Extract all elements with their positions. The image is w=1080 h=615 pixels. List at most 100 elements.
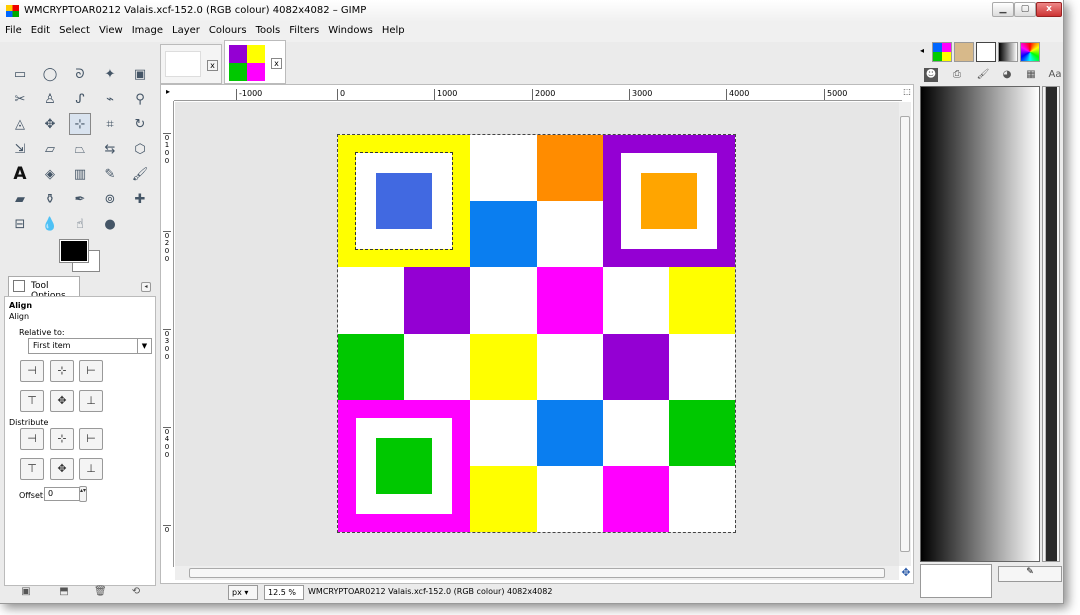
- bucket-fill-icon[interactable]: ◈: [39, 163, 61, 185]
- align-middle-button[interactable]: ✥: [50, 390, 74, 412]
- fuzzy-select-icon[interactable]: ✦: [99, 63, 121, 85]
- maximize-button[interactable]: ▢: [1014, 2, 1036, 17]
- image-canvas[interactable]: [337, 134, 736, 533]
- pencil-icon[interactable]: ✎: [99, 163, 121, 185]
- distribute-bottom-button[interactable]: ⊥: [79, 458, 103, 480]
- vertical-ruler[interactable]: 01000200030004000: [161, 101, 174, 567]
- palette-icon[interactable]: ▦: [1024, 68, 1038, 82]
- save-options-icon[interactable]: ▣: [20, 586, 32, 598]
- measure-icon[interactable]: ◬: [9, 113, 31, 135]
- rect-select-icon[interactable]: ▭: [9, 63, 31, 85]
- align-right-edge-button[interactable]: ⊢: [79, 360, 103, 382]
- edit-brush-button[interactable]: ✎: [998, 566, 1062, 582]
- menu-tools[interactable]: Tools: [251, 22, 285, 36]
- restore-options-icon[interactable]: ⬒: [58, 586, 70, 598]
- perspective-clone-icon[interactable]: ⊟: [9, 213, 31, 235]
- horizontal-ruler[interactable]: -1000 0 1000 2000 3000 4000 5000: [174, 87, 902, 101]
- close-button[interactable]: x: [1036, 2, 1062, 17]
- tab-gradients[interactable]: [998, 42, 1018, 62]
- move-icon[interactable]: ✥: [39, 113, 61, 135]
- ink-icon[interactable]: ✒: [69, 188, 91, 210]
- relative-to-select[interactable]: First item ▼: [28, 338, 152, 354]
- minimize-button[interactable]: ▁: [992, 2, 1014, 17]
- menu-layer[interactable]: Layer: [167, 22, 204, 36]
- delete-options-icon[interactable]: 🗑: [94, 586, 107, 598]
- text-icon[interactable]: A: [9, 163, 31, 185]
- reset-options-icon[interactable]: ⟲: [130, 586, 142, 598]
- menu-edit[interactable]: Edit: [26, 22, 54, 36]
- menu-windows[interactable]: Windows: [323, 22, 377, 36]
- perspective-icon[interactable]: ⏢: [69, 138, 91, 160]
- menu-select[interactable]: Select: [54, 22, 94, 36]
- paintbrush-icon[interactable]: 🖌: [129, 163, 151, 185]
- align-center-h-button[interactable]: ⊹: [50, 360, 74, 382]
- printer-icon[interactable]: ⎙: [950, 68, 964, 82]
- foreground-select-icon[interactable]: ♙: [39, 88, 61, 110]
- colour-wheel-icon[interactable]: ◕: [1000, 68, 1014, 82]
- blend-icon[interactable]: ▥: [69, 163, 91, 185]
- cage-icon[interactable]: ⬡: [129, 138, 151, 160]
- distribute-top-button[interactable]: ⊤: [20, 458, 44, 480]
- tool-options-menu-button[interactable]: ◂: [141, 282, 151, 292]
- close-tab-icon[interactable]: x: [271, 58, 282, 69]
- vertical-scrollbar[interactable]: [899, 102, 911, 566]
- menu-colours[interactable]: Colours: [204, 22, 251, 36]
- heal-icon[interactable]: ✚: [129, 188, 151, 210]
- align-bottom-edge-button[interactable]: ⊥: [79, 390, 103, 412]
- zoom-fit-icon[interactable]: ⬚: [902, 87, 912, 99]
- scroll-thumb[interactable]: [189, 568, 885, 578]
- foreground-colour[interactable]: [59, 239, 89, 263]
- distribute-left-button[interactable]: ⊣: [20, 428, 44, 450]
- unit-select[interactable]: px ▾: [228, 585, 258, 600]
- menu-filters[interactable]: Filters: [284, 22, 323, 36]
- ellipse-select-icon[interactable]: ◯: [39, 63, 61, 85]
- offset-spin-button[interactable]: ▴▾: [79, 486, 87, 502]
- zoom-icon[interactable]: ⚲: [129, 88, 151, 110]
- offset-input[interactable]: 0: [44, 487, 80, 501]
- smudge-icon[interactable]: ☝: [69, 213, 91, 235]
- distribute-middle-button[interactable]: ✥: [50, 458, 74, 480]
- align-top-edge-button[interactable]: ⊤: [20, 390, 44, 412]
- rotate-icon[interactable]: ↻: [129, 113, 151, 135]
- blank-image-tab[interactable]: x: [160, 44, 222, 84]
- tab-tool-options[interactable]: Tool Options: [8, 276, 80, 301]
- paths-icon[interactable]: ᔑ: [69, 88, 91, 110]
- blur-icon[interactable]: 💧: [39, 213, 61, 235]
- align-icon[interactable]: ⊹: [69, 113, 91, 135]
- menu-file[interactable]: File: [0, 22, 26, 36]
- close-tab-icon[interactable]: x: [207, 60, 218, 71]
- dock-scrollbar[interactable]: [1042, 86, 1060, 562]
- gimp-icon[interactable]: ☻: [924, 68, 938, 82]
- tab-tool-presets[interactable]: [976, 42, 996, 62]
- align-left-edge-button[interactable]: ⊣: [20, 360, 44, 382]
- flip-icon[interactable]: ⇆: [99, 138, 121, 160]
- tab-palettes[interactable]: [1020, 42, 1040, 62]
- quick-mask-corner-icon[interactable]: ▸: [162, 87, 174, 101]
- eraser-icon[interactable]: ▰: [9, 188, 31, 210]
- fg-bg-colour-swatch[interactable]: [59, 239, 104, 274]
- colour-select-icon[interactable]: ▣: [129, 63, 151, 85]
- horizontal-scrollbar[interactable]: [175, 566, 899, 580]
- menu-view[interactable]: View: [94, 22, 127, 36]
- distribute-center-h-button[interactable]: ⊹: [50, 428, 74, 450]
- zoom-select[interactable]: 12.5 %: [264, 585, 304, 600]
- colour-picker-icon[interactable]: ⌁: [99, 88, 121, 110]
- menu-help[interactable]: Help: [377, 22, 409, 36]
- shear-icon[interactable]: ▱: [39, 138, 61, 160]
- fonts-icon[interactable]: Aa: [1048, 68, 1062, 82]
- brush-icon[interactable]: 🖌: [976, 68, 990, 82]
- tab-brushes[interactable]: [954, 42, 974, 62]
- scissors-select-icon[interactable]: ✂: [9, 88, 31, 110]
- crop-icon[interactable]: ⌗: [99, 113, 121, 135]
- navigate-icon[interactable]: ✥: [899, 566, 913, 580]
- scale-icon[interactable]: ⇲: [9, 138, 31, 160]
- scroll-thumb[interactable]: [1045, 87, 1057, 561]
- brush-preview[interactable]: [920, 564, 992, 598]
- tab-patterns[interactable]: [932, 42, 952, 62]
- clone-icon[interactable]: ⊚: [99, 188, 121, 210]
- free-select-icon[interactable]: ᘐ: [69, 63, 91, 85]
- dodge-burn-icon[interactable]: ●: [99, 213, 121, 235]
- distribute-right-button[interactable]: ⊢: [79, 428, 103, 450]
- scroll-thumb[interactable]: [900, 116, 910, 552]
- dock-menu-icon[interactable]: ◂: [920, 46, 930, 58]
